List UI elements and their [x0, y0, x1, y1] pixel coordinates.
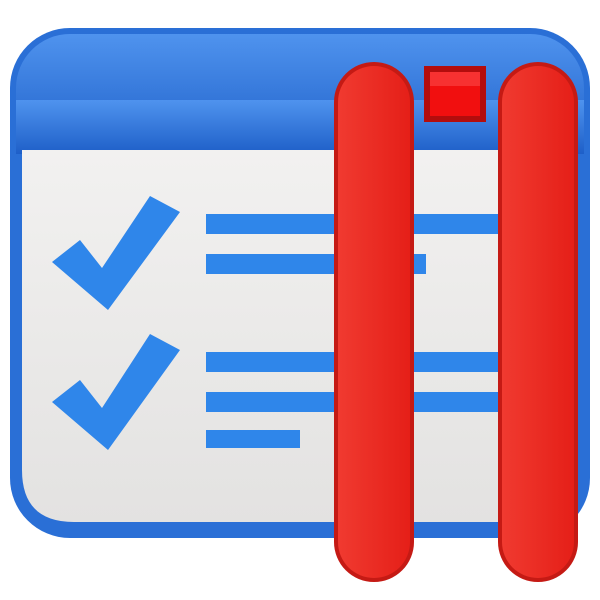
- app-icon: [0, 0, 600, 600]
- checklist-pause-icon: [10, 28, 590, 582]
- window-close-icon: [424, 66, 486, 122]
